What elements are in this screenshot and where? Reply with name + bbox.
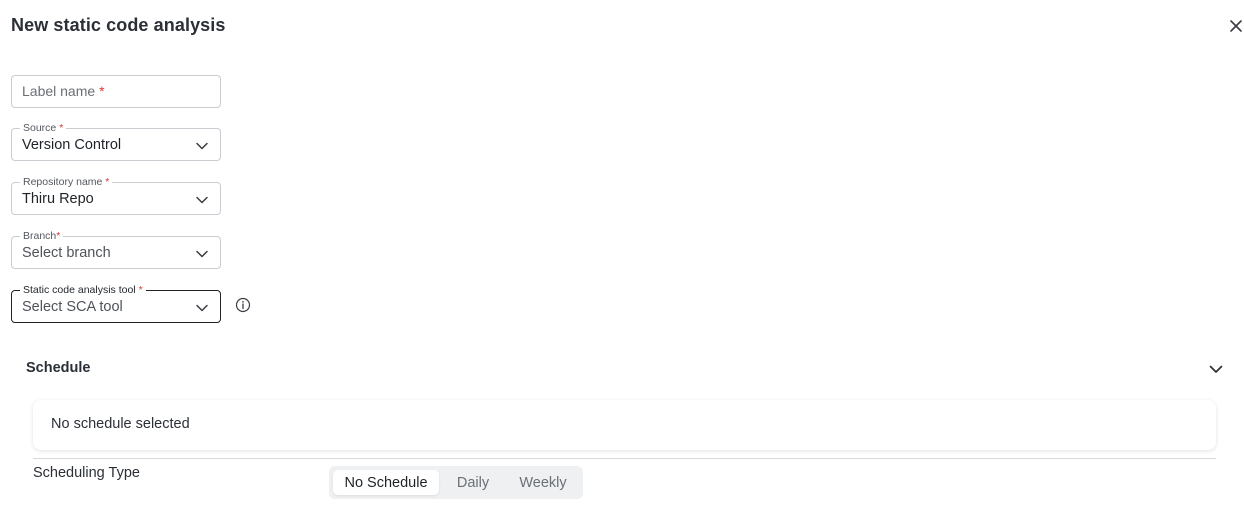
branch-select[interactable]: Branch* Select branch [11,229,221,269]
branch-legend: Branch* [20,229,64,243]
scheduling-type-label: Scheduling Type [33,465,140,481]
source-select[interactable]: Source * Version Control [11,121,221,161]
schedule-option-daily[interactable]: Daily [443,470,503,495]
dialog-title: New static code analysis [11,15,226,35]
sca-tool-value: Select SCA tool [22,299,123,315]
schedule-section-title: Schedule [26,360,91,376]
schedule-option-no-schedule[interactable]: No Schedule [333,470,439,495]
chevron-down-icon[interactable] [1207,360,1225,378]
branch-value: Select branch [22,245,111,261]
schedule-summary: No schedule selected [51,416,190,432]
sca-tool-legend: Static code analysis tool * [20,283,146,297]
source-legend: Source * [20,121,67,135]
info-icon[interactable] [235,297,251,313]
repository-value: Thiru Repo [22,191,94,207]
chevron-down-icon [196,250,208,258]
divider [33,458,1216,459]
schedule-option-weekly[interactable]: Weekly [507,470,579,495]
chevron-down-icon [196,196,208,204]
chevron-down-icon [196,142,208,150]
source-value: Version Control [22,137,122,153]
label-name-placeholder: Label name * [22,83,105,99]
repository-legend: Repository name * [20,175,113,189]
sca-tool-select[interactable]: Static code analysis tool * Select SCA t… [11,283,221,323]
label-name-input[interactable]: Label name * [11,75,221,108]
schedule-summary-card: No schedule selected [33,400,1216,450]
repository-select[interactable]: Repository name * Thiru Repo [11,175,221,215]
close-icon [1230,20,1242,32]
close-button[interactable] [1226,16,1244,36]
scheduling-type-segmented-control: No Schedule Daily Weekly [329,466,583,499]
chevron-down-icon [196,304,208,312]
